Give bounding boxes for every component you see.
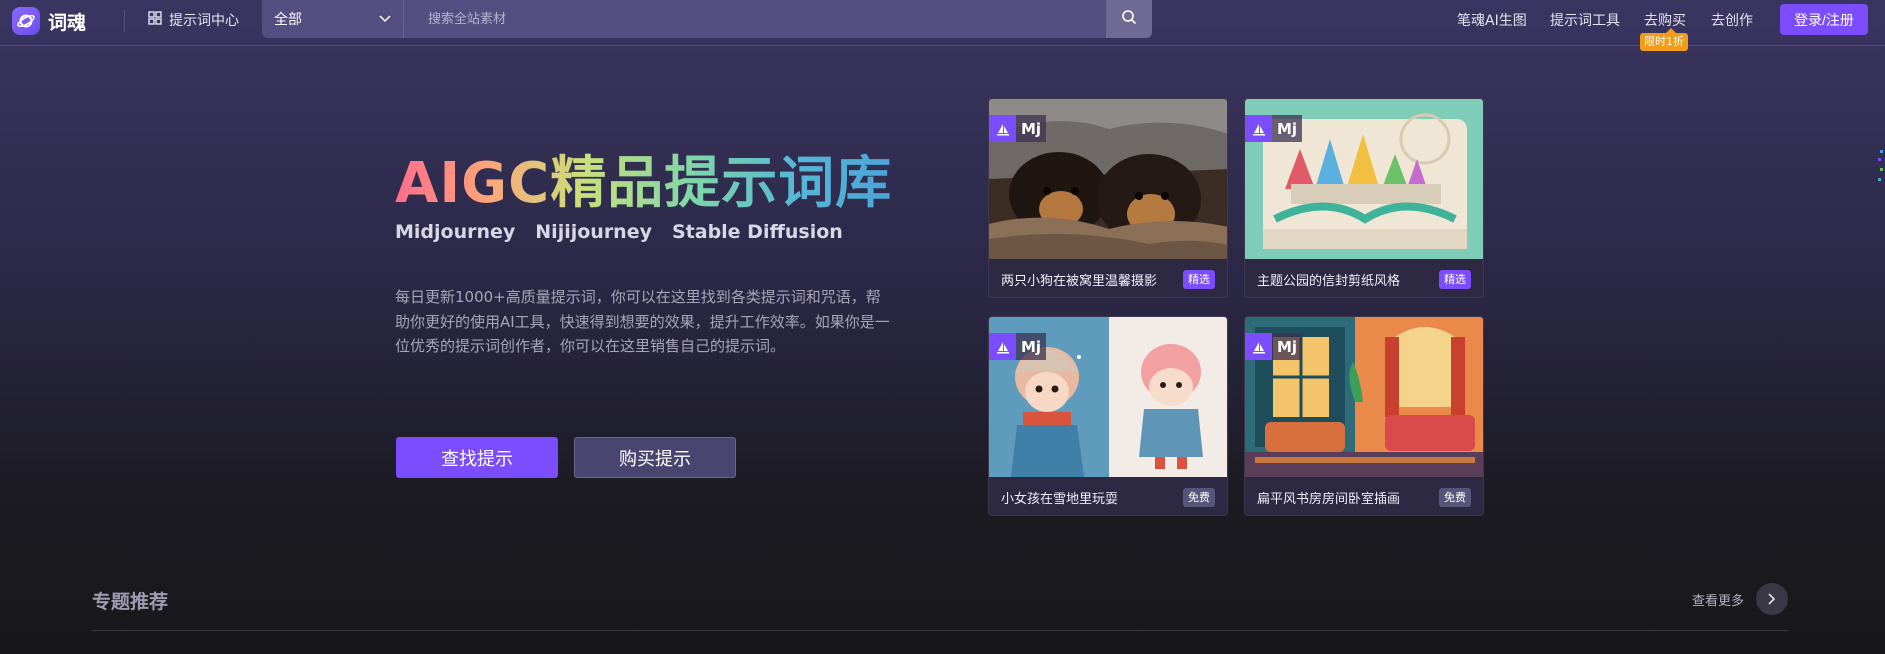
sailboat-icon [989,115,1016,142]
search-category-select[interactable]: 全部 [262,0,404,38]
card-title: 小女孩在雪地里玩耍 [1001,491,1119,507]
mj-model-tag: Mj [989,115,1047,142]
sailboat-icon [989,333,1016,360]
mj-tag-label: Mj [1021,119,1042,138]
search-input[interactable] [404,0,1106,38]
card-footer: 主题公园的信封剪纸风格 精选 [1245,259,1483,297]
floating-edge-widget[interactable] [1878,150,1884,195]
mj-tag-label: Mj [1277,119,1298,138]
login-register-button[interactable]: 登录/注册 [1780,4,1868,35]
logo-text: 词魂 [48,11,87,34]
nav-link-ai-image[interactable]: 笔魂AI生图 [1457,10,1527,30]
mj-model-tag: Mj [1245,115,1303,142]
mj-tag-label: Mj [1277,337,1298,356]
search-category-value: 全部 [274,12,302,28]
section-divider [92,630,1788,631]
model-midjourney: Midjourney [395,221,516,243]
mj-tag-label: Mj [1021,337,1042,356]
top-nav: 词魂 提示词中心 全部 笔魂AI生图 提示词工具 去购买 限时1折 去创作 登录… [0,0,1885,51]
nav-link-prompt-tools[interactable]: 提示词工具 [1550,10,1620,30]
nav-link-buy[interactable]: 去购买 [1644,10,1686,30]
mj-model-tag: Mj [989,333,1047,360]
model-stable-diffusion: Stable Diffusion [671,221,843,243]
card-image-snow-girl: Mj [989,317,1227,477]
card-footer: 扁平风书房房间卧室插画 免费 [1245,477,1483,515]
sailboat-icon [1245,115,1272,142]
featured-badge: 精选 [1439,269,1471,289]
card-title: 主题公园的信封剪纸风格 [1257,273,1401,289]
card-footer: 小女孩在雪地里玩耍 免费 [989,477,1227,515]
prompt-card[interactable]: Mj 小女孩在雪地里玩耍 免费 [988,316,1228,516]
featured-badge: 精选 [1183,269,1215,289]
grid-icon [148,11,162,29]
prompt-card[interactable]: Mj 两只小狗在被窝里温馨摄影 精选 [988,98,1228,298]
view-more-button[interactable] [1756,583,1788,615]
card-title: 两只小狗在被窝里温馨摄影 [1001,273,1158,289]
mj-model-tag: Mj [1245,333,1303,360]
chevron-right-icon [1767,590,1777,609]
prompt-center-link[interactable]: 提示词中心 [148,10,239,30]
planet-logo-icon [12,7,40,35]
nav-link-create[interactable]: 去创作 [1711,10,1753,30]
free-badge: 免费 [1439,487,1471,507]
chevron-down-icon [379,11,391,27]
card-footer: 两只小狗在被窝里温馨摄影 精选 [989,259,1227,297]
card-image-study-room: Mj [1245,317,1483,477]
model-nijijourney: Nijijourney [535,221,652,243]
view-more-link[interactable]: 查看更多 [1692,590,1744,609]
search-icon [1121,9,1137,29]
card-image-theme-park: Mj [1245,99,1483,259]
sailboat-icon [1245,333,1272,360]
prompt-center-label: 提示词中心 [169,13,239,29]
card-image-dogs: Mj [989,99,1227,259]
hero-title: AIGC精品提示词库 [395,138,892,219]
prompt-card[interactable]: Mj 扁平风书房房间卧室插画 免费 [1244,316,1484,516]
find-prompts-button[interactable]: 查找提示 [396,437,558,478]
site-logo[interactable]: 词魂 [12,7,86,35]
search-button[interactable] [1106,0,1152,38]
sale-badge: 限时1折 [1640,28,1688,51]
buy-prompts-button[interactable]: 购买提示 [574,437,736,478]
section-title: 专题推荐 [92,591,169,613]
search-bar: 全部 [262,0,1152,38]
nav-divider [124,10,125,32]
card-title: 扁平风书房房间卧室插画 [1257,491,1401,507]
hero-description: 每日更新1000+高质量提示词，你可以在这里找到各类提示词和咒语，帮助你更好的使… [395,288,890,355]
free-badge: 免费 [1183,487,1215,507]
hero-models: Midjourney Nijijourney Stable Diffusion [395,221,843,243]
prompt-card[interactable]: Mj 主题公园的信封剪纸风格 精选 [1244,98,1484,298]
